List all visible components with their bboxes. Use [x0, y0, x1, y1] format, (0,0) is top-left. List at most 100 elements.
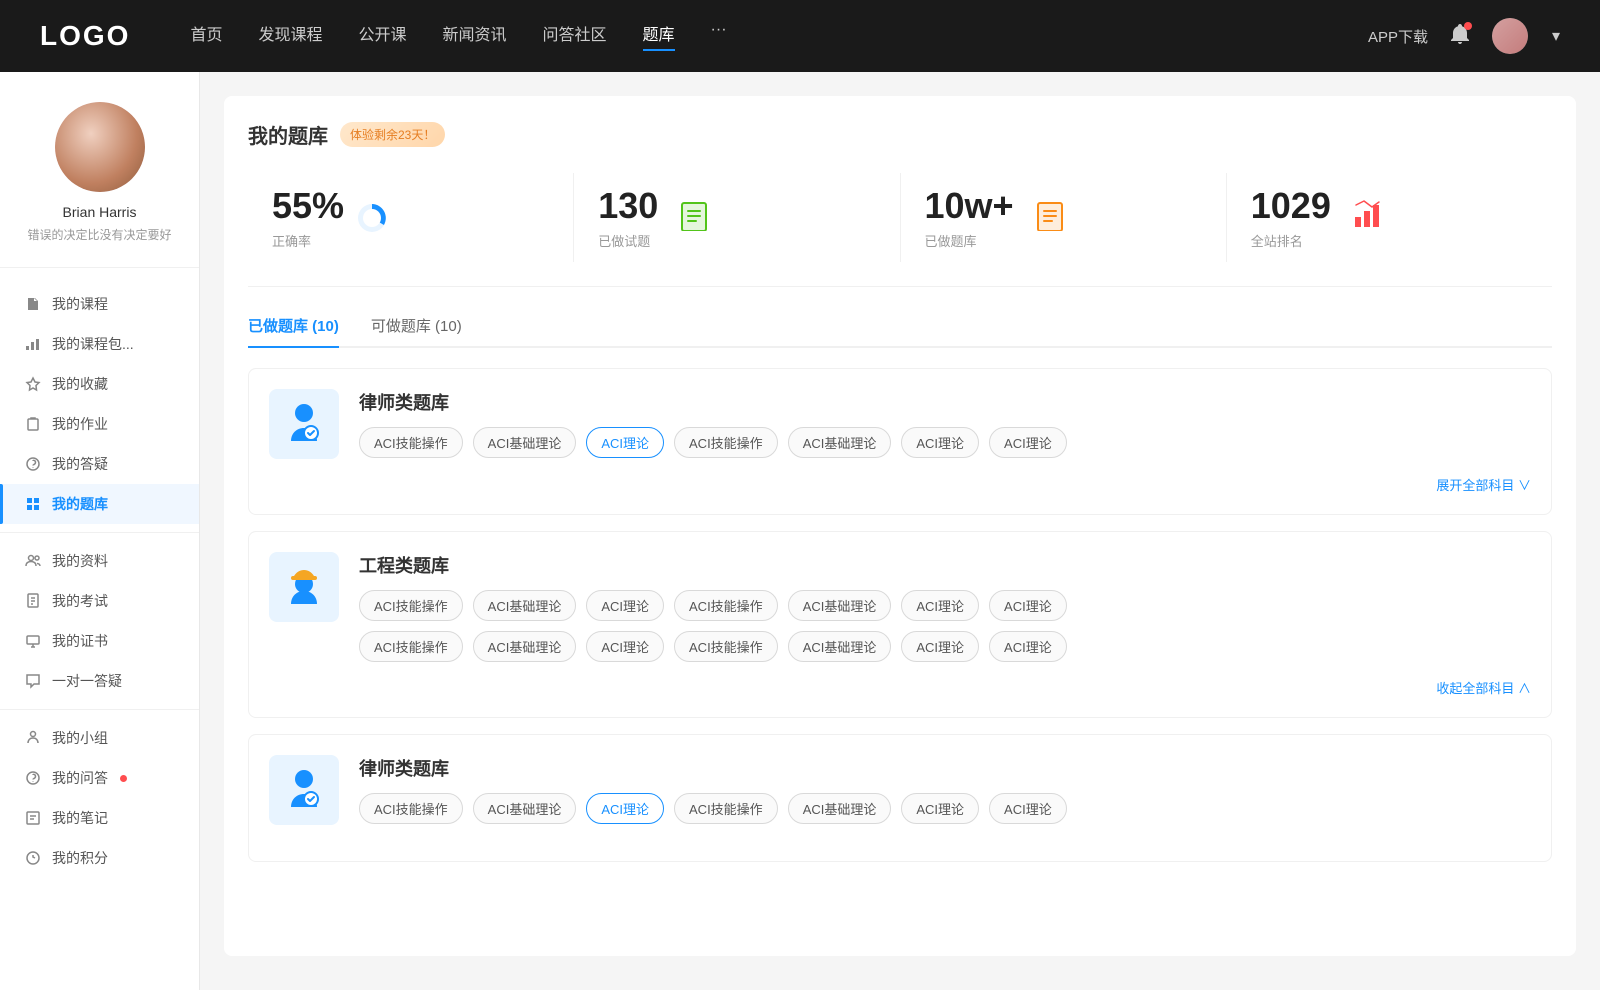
nav-news[interactable]: 新闻资讯	[443, 21, 507, 51]
stat-accuracy-label: 正确率	[272, 231, 344, 250]
nav-qa[interactable]: 问答社区	[543, 21, 607, 51]
question-circle-icon	[24, 455, 42, 473]
tag-1-4[interactable]: ACI基础理论	[788, 427, 892, 458]
stat-questions-number: 130	[598, 185, 658, 227]
tag-2b-0[interactable]: ACI技能操作	[359, 631, 463, 662]
avatar[interactable]	[1492, 18, 1528, 54]
sidebar-item-favorites[interactable]: 我的收藏	[0, 364, 199, 404]
page-layout: Brian Harris 错误的决定比没有决定要好 我的课程 我的课程包...	[0, 0, 1600, 990]
tags-row-3: ACI技能操作 ACI基础理论 ACI理论 ACI技能操作 ACI基础理论 AC…	[359, 793, 1531, 824]
app-download[interactable]: APP下载	[1368, 26, 1428, 47]
nav-discover[interactable]: 发现课程	[258, 21, 322, 51]
sidebar-item-questions[interactable]: 我的问答	[0, 758, 199, 798]
sidebar-item-my-exam[interactable]: 我的考试	[0, 581, 199, 621]
stat-accuracy: 55% 正确率	[248, 173, 574, 262]
lawyer-svg-2	[279, 765, 329, 815]
sidebar-label: 我的题库	[52, 494, 108, 514]
tag-3-5[interactable]: ACI理论	[901, 793, 979, 824]
qbank-section-lawyer-1: 律师类题库 ACI技能操作 ACI基础理论 ACI理论 ACI技能操作 ACI基…	[248, 368, 1552, 515]
qbank-header-1: 律师类题库 ACI技能操作 ACI基础理论 ACI理论 ACI技能操作 ACI基…	[269, 389, 1531, 459]
tag-2-0[interactable]: ACI技能操作	[359, 590, 463, 621]
tag-1-1[interactable]: ACI基础理论	[473, 427, 577, 458]
user-dropdown-arrow[interactable]: ▾	[1552, 26, 1560, 46]
tag-2b-4[interactable]: ACI基础理论	[788, 631, 892, 662]
tag-1-2[interactable]: ACI理论	[586, 427, 664, 458]
stats-row: 55% 正确率 130 已做试题	[248, 173, 1552, 287]
tag-2b-6[interactable]: ACI理论	[989, 631, 1067, 662]
sidebar-item-question-bank[interactable]: 我的题库	[0, 484, 199, 524]
sidebar-label: 我的积分	[52, 848, 108, 868]
tag-2b-1[interactable]: ACI基础理论	[473, 631, 577, 662]
bar-chart-icon	[24, 335, 42, 353]
tag-3-1[interactable]: ACI基础理论	[473, 793, 577, 824]
tag-2-2[interactable]: ACI理论	[586, 590, 664, 621]
tag-2b-2[interactable]: ACI理论	[586, 631, 664, 662]
tag-2-6[interactable]: ACI理论	[989, 590, 1067, 621]
tag-3-4[interactable]: ACI基础理论	[788, 793, 892, 824]
bar-red-icon	[1351, 199, 1383, 236]
notification-bell[interactable]	[1448, 22, 1472, 51]
sidebar-item-tutoring[interactable]: 一对一答疑	[0, 661, 199, 701]
collapse-link-2[interactable]: 收起全部科目 ∧	[1436, 678, 1531, 697]
tag-1-3[interactable]: ACI技能操作	[674, 427, 778, 458]
nav-question-bank[interactable]: 题库	[643, 21, 675, 51]
nav-more[interactable]: ···	[711, 21, 727, 51]
tag-2-5[interactable]: ACI理论	[901, 590, 979, 621]
notification-dot	[1464, 22, 1472, 30]
qbank-info-1: 律师类题库 ACI技能操作 ACI基础理论 ACI理论 ACI技能操作 ACI基…	[359, 389, 1531, 458]
sidebar-item-notes[interactable]: 我的笔记	[0, 798, 199, 838]
sidebar-item-my-course[interactable]: 我的课程	[0, 284, 199, 324]
clipboard-icon	[24, 415, 42, 433]
star-icon	[24, 375, 42, 393]
user-group-icon	[24, 552, 42, 570]
nav-right: APP下载 ▾	[1368, 18, 1560, 54]
doc-orange-icon	[1034, 199, 1066, 236]
notification-badge	[120, 775, 127, 782]
sidebar-item-course-package[interactable]: 我的课程包...	[0, 324, 199, 364]
sidebar-label: 我的收藏	[52, 374, 108, 394]
tag-3-6[interactable]: ACI理论	[989, 793, 1067, 824]
coins-icon	[24, 849, 42, 867]
sidebar-label: 我的课程包...	[52, 334, 134, 354]
stat-questions-text: 130 已做试题	[598, 185, 658, 250]
sidebar-item-certificate[interactable]: 我的证书	[0, 621, 199, 661]
sidebar-divider	[0, 532, 199, 533]
sidebar-item-my-data[interactable]: 我的资料	[0, 541, 199, 581]
tag-3-2[interactable]: ACI理论	[586, 793, 664, 824]
sidebar-item-group[interactable]: 我的小组	[0, 718, 199, 758]
tag-3-0[interactable]: ACI技能操作	[359, 793, 463, 824]
tag-1-5[interactable]: ACI理论	[901, 427, 979, 458]
qbank-footer-1: 展开全部科目 ∨	[269, 475, 1531, 494]
page-header: 我的题库 体验剩余23天！	[248, 120, 1552, 149]
sidebar-item-points[interactable]: 我的积分	[0, 838, 199, 878]
stat-banks-text: 10w+ 已做题库	[925, 185, 1014, 250]
page-title: 我的题库	[248, 120, 328, 149]
lawyer-svg	[279, 399, 329, 449]
tag-3-3[interactable]: ACI技能操作	[674, 793, 778, 824]
tab-done-banks[interactable]: 已做题库 (10)	[248, 315, 339, 346]
tab-available-banks[interactable]: 可做题库 (10)	[371, 315, 462, 346]
tags-row-1: ACI技能操作 ACI基础理论 ACI理论 ACI技能操作 ACI基础理论 AC…	[359, 427, 1531, 458]
pie-chart-icon	[356, 202, 388, 234]
tag-2-1[interactable]: ACI基础理论	[473, 590, 577, 621]
tag-2b-5[interactable]: ACI理论	[901, 631, 979, 662]
sidebar-item-qa[interactable]: 我的答疑	[0, 444, 199, 484]
tag-2-3[interactable]: ACI技能操作	[674, 590, 778, 621]
tag-1-0[interactable]: ACI技能操作	[359, 427, 463, 458]
chat-icon	[24, 672, 42, 690]
tag-1-6[interactable]: ACI理论	[989, 427, 1067, 458]
stat-banks-label: 已做题库	[925, 231, 1014, 250]
stat-questions-label: 已做试题	[598, 231, 658, 250]
trial-badge: 体验剩余23天！	[340, 122, 445, 147]
sidebar-item-homework[interactable]: 我的作业	[0, 404, 199, 444]
tag-2b-3[interactable]: ACI技能操作	[674, 631, 778, 662]
nav-open-course[interactable]: 公开课	[358, 21, 406, 51]
tag-2-4[interactable]: ACI基础理论	[788, 590, 892, 621]
stat-ranking-text: 1029 全站排名	[1251, 185, 1331, 250]
tags-row-2a: ACI技能操作 ACI基础理论 ACI理论 ACI技能操作 ACI基础理论 AC…	[359, 590, 1531, 621]
expand-link-1[interactable]: 展开全部科目 ∨	[1436, 475, 1531, 494]
qbank-footer-2: 收起全部科目 ∧	[269, 678, 1531, 697]
sidebar-label: 我的课程	[52, 294, 108, 314]
sidebar-label: 我的小组	[52, 728, 108, 748]
nav-home[interactable]: 首页	[190, 21, 222, 51]
